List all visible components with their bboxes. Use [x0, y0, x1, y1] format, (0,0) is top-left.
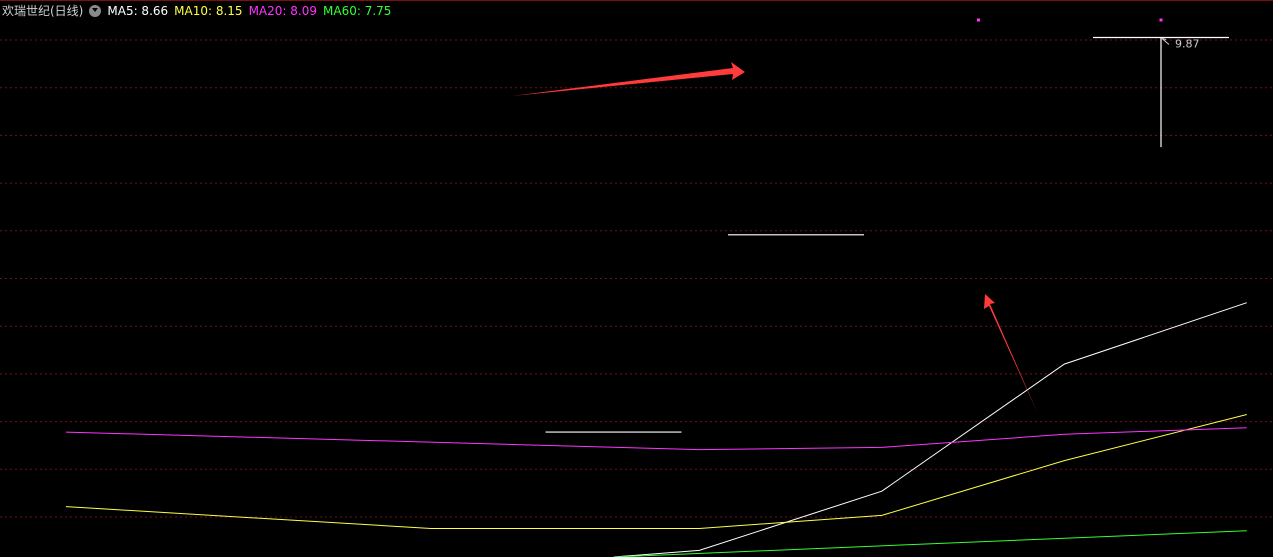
ma20-line [65, 427, 1247, 451]
red-arrow-up-right [512, 62, 745, 96]
signal-marker [1159, 18, 1163, 22]
kline-chart: 9.87 [0, 0, 1273, 557]
arrow-group [512, 62, 1038, 414]
ma60-value: MA60: 7.75 [323, 4, 392, 18]
chart-grid [0, 0, 1273, 518]
ma-series-group [65, 302, 1247, 557]
chart-header: 欢瑞世纪(日线) MA5: 8.66 MA10: 8.15 MA20: 8.09… [2, 3, 391, 19]
signal-marker [977, 18, 980, 22]
high-value-label: 9.87 [1175, 38, 1200, 51]
ma5-value: MA5: 8.66 [107, 4, 169, 18]
indicator-dropdown-icon[interactable] [89, 5, 102, 17]
red-arrow-up-left [984, 294, 1038, 414]
marker-group [977, 18, 1163, 22]
ma60-line [613, 530, 1247, 557]
ma5-line [613, 302, 1247, 557]
annotation-group: 9.87 [1161, 38, 1200, 51]
ma20-value: MA20: 8.09 [248, 4, 317, 18]
high-pointer [1161, 38, 1170, 45]
chart-title: 欢瑞世纪(日线) [2, 4, 84, 18]
candle-group [545, 36, 1229, 433]
ma10-value: MA10: 8.15 [174, 4, 243, 18]
